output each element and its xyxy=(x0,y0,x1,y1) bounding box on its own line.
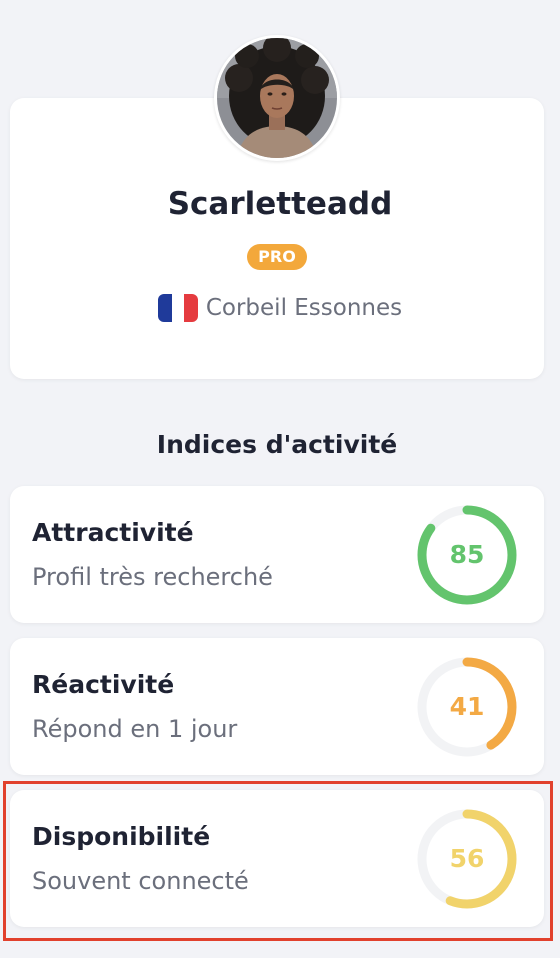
location-text: Corbeil Essonnes xyxy=(205,295,403,321)
metric-card-disponibilite[interactable]: Disponibilité Souvent connecté 56 xyxy=(10,790,544,927)
france-flag-icon xyxy=(157,294,198,322)
score-value: 41 xyxy=(449,692,485,721)
avatar[interactable] xyxy=(214,35,340,161)
metric-card-reactivite[interactable]: Réactivité Répond en 1 jour 41 xyxy=(10,638,544,775)
score-value: 85 xyxy=(449,540,485,569)
metric-title: Attractivité xyxy=(32,518,194,547)
pro-badge: PRO xyxy=(247,244,307,270)
location: Corbeil Essonnes xyxy=(0,294,560,322)
username: Scarletteadd xyxy=(167,186,393,222)
metric-description: Souvent connecté xyxy=(32,867,249,895)
metric-description: Profil très recherché xyxy=(32,563,273,591)
score-ring: 56 xyxy=(416,808,518,910)
score-ring: 85 xyxy=(416,504,518,606)
metric-title: Réactivité xyxy=(32,670,175,699)
score-value: 56 xyxy=(449,844,485,873)
metric-card-attractivite[interactable]: Attractivité Profil très recherché 85 xyxy=(10,486,544,623)
metric-description: Répond en 1 jour xyxy=(32,715,238,743)
activity-section-title: Indices d'activité xyxy=(156,430,398,459)
metric-title: Disponibilité xyxy=(32,822,211,851)
avatar-photo xyxy=(217,38,337,158)
score-ring: 41 xyxy=(416,656,518,758)
